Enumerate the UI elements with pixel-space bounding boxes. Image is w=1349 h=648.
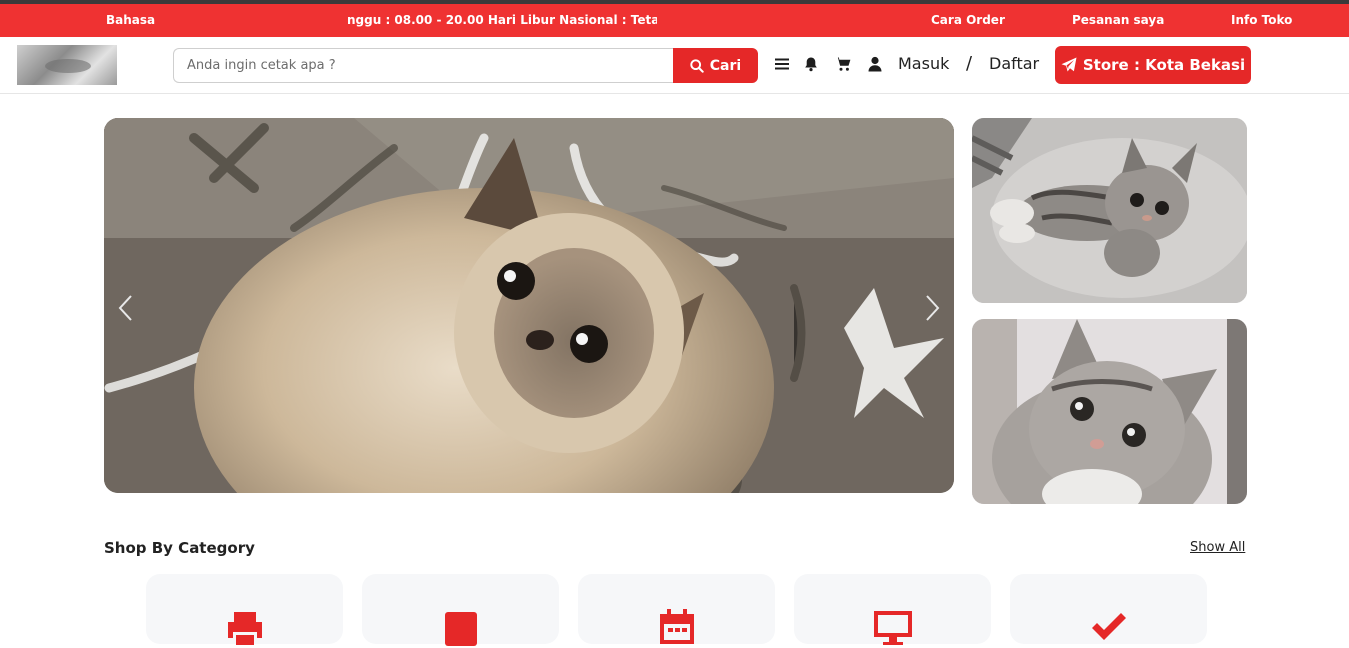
search-button-label: Cari — [709, 57, 742, 74]
login-link[interactable]: Masuk — [898, 54, 949, 73]
kitten-lying-banner — [972, 118, 1247, 303]
cat-photo-banner — [104, 118, 954, 493]
store-select-button[interactable]: Store : Kota Bekasi — [1055, 46, 1251, 84]
paper-plane-icon — [1061, 57, 1077, 72]
side-banner-top[interactable] — [972, 118, 1247, 303]
search-button[interactable]: Cari — [673, 48, 758, 83]
register-link[interactable]: Daftar — [989, 54, 1039, 73]
show-all-link[interactable]: Show All — [1190, 540, 1245, 555]
store-button-label: Store : Kota Bekasi — [1082, 56, 1246, 74]
category-card[interactable] — [1010, 574, 1207, 644]
box-icon — [444, 612, 477, 646]
side-banner-bottom[interactable] — [972, 319, 1247, 504]
calendar-icon — [659, 609, 694, 644]
store-hours-marquee: nggu : 08.00 - 20.00 Hari Libur Nasional… — [347, 13, 657, 27]
my-orders-link[interactable]: Pesanan saya — [1072, 13, 1164, 27]
store-info-link[interactable]: Info Toko — [1231, 13, 1292, 27]
login-register-separator: / — [966, 53, 973, 74]
cart-icon[interactable] — [834, 55, 852, 73]
menu-icon[interactable] — [773, 55, 791, 73]
search-icon — [690, 58, 704, 73]
hero-carousel[interactable] — [104, 118, 954, 493]
bell-icon[interactable] — [802, 55, 820, 73]
carousel-prev-button[interactable] — [110, 288, 140, 328]
printer-icon — [227, 612, 262, 645]
top-info-bar: Bahasa nggu : 08.00 - 20.00 Hari Libur N… — [0, 0, 1349, 37]
category-card[interactable] — [794, 574, 991, 645]
chevron-left-icon — [118, 295, 132, 321]
search-input[interactable] — [173, 48, 674, 83]
category-card[interactable] — [362, 574, 559, 646]
chevron-right-icon — [926, 295, 940, 321]
main-header: Cari Masuk / Daftar Store : Kota Bekasi — [0, 37, 1349, 94]
monitor-icon — [873, 611, 912, 645]
carousel-next-button[interactable] — [918, 288, 948, 328]
how-to-order-link[interactable]: Cara Order — [931, 13, 1005, 27]
check-icon — [1091, 613, 1126, 640]
language-link[interactable]: Bahasa — [106, 13, 155, 27]
category-card[interactable] — [578, 574, 775, 644]
kitten-face-banner — [972, 319, 1247, 504]
site-logo[interactable] — [17, 45, 117, 85]
user-icon[interactable] — [866, 55, 884, 73]
category-card[interactable] — [146, 574, 343, 645]
category-section-title: Shop By Category — [104, 539, 255, 557]
